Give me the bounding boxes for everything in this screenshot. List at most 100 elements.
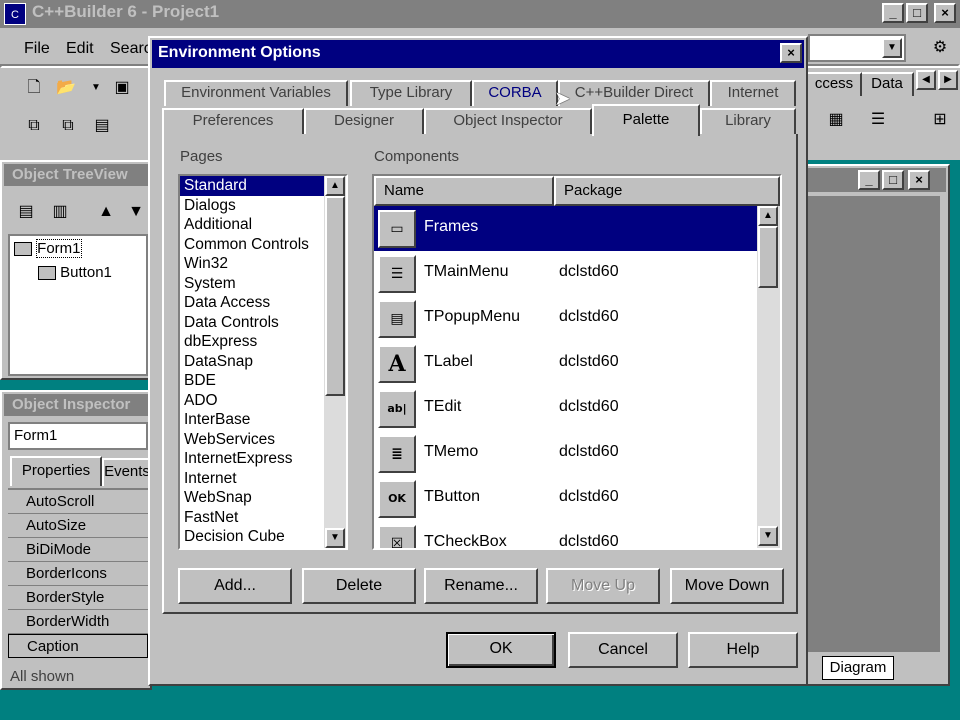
component-row[interactable]: ab| TEdit dclstd60: [374, 386, 757, 431]
designer-close-button[interactable]: ×: [908, 170, 930, 190]
tab-environment-variables[interactable]: Environment Variables: [164, 80, 348, 106]
add-button[interactable]: Add...: [178, 568, 292, 604]
move-down-button[interactable]: Move Down: [670, 568, 784, 604]
property-row[interactable]: Caption: [8, 634, 148, 658]
tab-designer[interactable]: Designer: [304, 108, 424, 134]
components-list[interactable]: Name Package ▭ Frames ☰ TMainMenu dclstd…: [372, 174, 782, 550]
list-item[interactable]: BDE: [180, 371, 324, 391]
diagram-tab[interactable]: Diagram: [822, 656, 894, 680]
property-row[interactable]: BorderStyle: [8, 586, 148, 610]
component-row[interactable]: ☰ TMainMenu dclstd60: [374, 251, 757, 296]
palette-scroll-right-icon[interactable]: ▶: [938, 70, 958, 90]
list-item[interactable]: ADO: [180, 391, 324, 411]
tab-properties[interactable]: Properties: [10, 456, 102, 486]
dropdown-arrow-icon[interactable]: ▼: [82, 74, 110, 102]
designer-scrollbar[interactable]: [940, 196, 948, 652]
open-folder-icon[interactable]: 📂: [52, 74, 80, 102]
cascade-icon[interactable]: ⧉: [54, 112, 82, 140]
list-item[interactable]: Common Controls: [180, 235, 324, 255]
dialog-close-button[interactable]: ×: [780, 43, 802, 63]
tab-cbuilder-direct[interactable]: C++Builder Direct: [558, 80, 710, 106]
property-row[interactable]: AutoScroll: [8, 490, 148, 514]
pages-scroll-thumb[interactable]: [325, 196, 345, 396]
save-icon[interactable]: ▣: [108, 74, 136, 102]
treeview-tool-icon-2[interactable]: ▥: [46, 198, 74, 226]
tree-node-button1[interactable]: Button1: [38, 264, 112, 281]
tab-corba[interactable]: CORBA: [472, 80, 558, 106]
list-item[interactable]: DataSnap: [180, 352, 324, 372]
list-item[interactable]: dbExpress: [180, 332, 324, 352]
component-row[interactable]: ▤ TPopupMenu dclstd60: [374, 296, 757, 341]
close-button[interactable]: ×: [934, 3, 956, 23]
component-selector[interactable]: ▼: [808, 34, 906, 62]
component-row-frames[interactable]: ▭ Frames: [374, 206, 757, 251]
maximize-button[interactable]: □: [906, 3, 928, 23]
scroll-down-icon[interactable]: ▼: [758, 526, 778, 546]
tab-internet[interactable]: Internet: [710, 80, 796, 106]
pages-list[interactable]: Standard Dialogs Additional Common Contr…: [178, 174, 348, 550]
designer-minimize-button[interactable]: _: [858, 170, 880, 190]
treeview-tool-icon-1[interactable]: ▤: [12, 198, 40, 226]
tab-library[interactable]: Library: [700, 108, 796, 134]
list-item[interactable]: Win32: [180, 254, 324, 274]
list-item[interactable]: Dialogs: [180, 196, 324, 216]
menu-file[interactable]: File: [24, 40, 50, 58]
tab-type-library[interactable]: Type Library: [350, 80, 472, 106]
help-button[interactable]: Help: [688, 632, 798, 668]
list-item[interactable]: FastNet: [180, 508, 324, 528]
form-icon[interactable]: ▤: [88, 112, 116, 140]
scroll-down-icon[interactable]: ▼: [325, 528, 345, 548]
designer-maximize-button[interactable]: □: [882, 170, 904, 190]
palette-tab-access[interactable]: ccess: [808, 72, 862, 96]
list-item-standard[interactable]: Standard: [180, 176, 324, 196]
list-item[interactable]: InternetExpress: [180, 449, 324, 469]
components-scroll-thumb[interactable]: [758, 226, 778, 288]
list-item[interactable]: WebSnap: [180, 488, 324, 508]
delete-button[interactable]: Delete: [302, 568, 416, 604]
components-scrollbar[interactable]: ▲ ▼: [757, 206, 780, 548]
object-selector[interactable]: Form1: [8, 422, 148, 450]
ok-button[interactable]: OK: [446, 632, 556, 668]
tree-node-form1[interactable]: Form1: [14, 239, 82, 258]
column-header-package[interactable]: Package: [554, 176, 780, 206]
scroll-up-icon[interactable]: ▲: [325, 176, 345, 196]
list-item[interactable]: Decision Cube: [180, 527, 324, 547]
tab-palette[interactable]: Palette: [592, 104, 700, 136]
property-row[interactable]: AutoSize: [8, 514, 148, 538]
property-row[interactable]: BiDiMode: [8, 538, 148, 562]
move-up-button[interactable]: Move Up: [546, 568, 660, 604]
tab-object-inspector[interactable]: Object Inspector: [424, 108, 592, 134]
list-item[interactable]: System: [180, 274, 324, 294]
palette-scroll-left-icon[interactable]: ◀: [916, 70, 936, 90]
list-item[interactable]: Data Access: [180, 293, 324, 313]
component-row[interactable]: OK TButton dclstd60: [374, 476, 757, 521]
list-item[interactable]: Internet: [180, 469, 324, 489]
component-row[interactable]: ☒ TCheckBox dclstd60: [374, 521, 757, 548]
list-item[interactable]: WebServices: [180, 430, 324, 450]
copy-icon[interactable]: ⧉: [20, 112, 48, 140]
new-file-icon[interactable]: 🗋: [20, 74, 48, 102]
tab-events[interactable]: Events: [102, 458, 152, 486]
palette-component-icon-1[interactable]: ▦: [822, 106, 850, 134]
list-item[interactable]: Additional: [180, 215, 324, 235]
column-header-name[interactable]: Name: [374, 176, 554, 206]
list-item[interactable]: InterBase: [180, 410, 324, 430]
component-row[interactable]: ≣ TMemo dclstd60: [374, 431, 757, 476]
arrow-down-icon[interactable]: ▼: [122, 198, 150, 226]
palette-tool-icon[interactable]: ⚙: [926, 34, 954, 62]
cancel-button[interactable]: Cancel: [568, 632, 678, 668]
palette-tab-data[interactable]: Data: [862, 72, 914, 96]
scroll-up-icon[interactable]: ▲: [758, 206, 778, 226]
pages-scrollbar[interactable]: ▲ ▼: [324, 176, 346, 548]
property-row[interactable]: BorderWidth: [8, 610, 148, 634]
rename-button[interactable]: Rename...: [424, 568, 538, 604]
menu-edit[interactable]: Edit: [66, 40, 94, 58]
selector-dropdown-icon[interactable]: ▼: [882, 38, 902, 58]
palette-component-icon-3[interactable]: ⊞: [926, 106, 954, 134]
tab-preferences[interactable]: Preferences: [162, 108, 304, 134]
palette-component-icon-2[interactable]: ☰: [864, 106, 892, 134]
component-row[interactable]: A TLabel dclstd60: [374, 341, 757, 386]
property-row[interactable]: BorderIcons: [8, 562, 148, 586]
list-item[interactable]: Data Controls: [180, 313, 324, 333]
arrow-up-icon[interactable]: ▲: [92, 198, 120, 226]
